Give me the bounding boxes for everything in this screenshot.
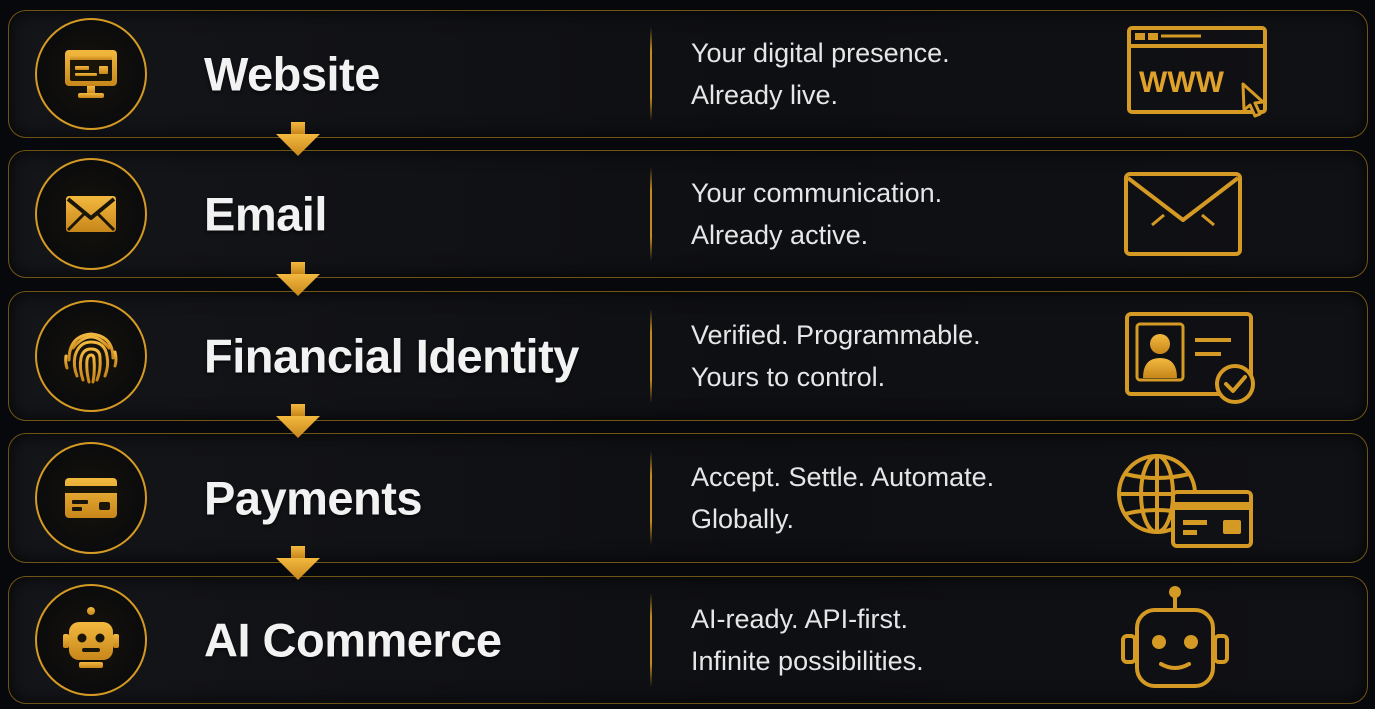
row-email: Email Your communication. Already active… (8, 150, 1368, 278)
divider (650, 593, 652, 687)
divider (650, 309, 652, 403)
divider (650, 451, 652, 545)
www-browser-icon: WWW (1121, 24, 1273, 120)
row-title: Website (204, 47, 380, 101)
www-label: WWW (1139, 66, 1225, 99)
description-line-2: Already active. (691, 220, 869, 250)
row-title: Email (204, 187, 327, 241)
row-description: AI-ready. API-first. Infinite possibilit… (691, 598, 924, 682)
website-circle (35, 18, 147, 130)
divider (650, 27, 652, 121)
email-circle (35, 158, 147, 270)
ai-commerce-circle (35, 584, 147, 696)
envelope-icon (66, 196, 116, 232)
arrow-down-icon (276, 404, 320, 438)
row-description: Your communication. Already active. (691, 172, 942, 256)
description-line-1: Accept. Settle. Automate. (691, 462, 995, 492)
payments-circle (35, 442, 147, 554)
row-description: Accept. Settle. Automate. Globally. (691, 456, 994, 540)
row-financial-identity: Financial Identity Verified. Programmabl… (8, 291, 1368, 421)
description-line-2: Globally. (691, 504, 795, 534)
description-line-1: Your communication. (691, 178, 943, 208)
robot-outline-icon (1117, 584, 1233, 692)
row-title: AI Commerce (204, 613, 502, 667)
description-line-1: AI-ready. API-first. (691, 604, 909, 634)
row-title: Payments (204, 471, 423, 525)
arrow-down-icon (276, 546, 320, 580)
row-description: Verified. Programmable. Yours to control… (691, 314, 981, 398)
flow-diagram: Website Your digital presence. Already l… (0, 0, 1375, 709)
description-line-1: Your digital presence. (691, 38, 950, 68)
row-ai-commerce: AI Commerce AI-ready. API-first. Infinit… (8, 576, 1368, 704)
monitor-icon (65, 50, 117, 98)
globe-card-icon (1111, 448, 1257, 552)
row-title: Financial Identity (204, 329, 579, 383)
description-line-2: Infinite possibilities. (691, 646, 924, 676)
id-card-check-icon (1117, 310, 1259, 406)
credit-card-icon (65, 478, 117, 518)
description-line-2: Yours to control. (691, 362, 886, 392)
row-description: Your digital presence. Already live. (691, 32, 950, 116)
divider (650, 167, 652, 261)
envelope-outline-icon (1122, 170, 1244, 258)
row-payments: Payments Accept. Settle. Automate. Globa… (8, 433, 1368, 563)
description-line-1: Verified. Programmable. (691, 320, 981, 350)
arrow-down-icon (276, 262, 320, 296)
fingerprint-icon (64, 332, 118, 384)
robot-icon (63, 607, 119, 668)
description-line-2: Already live. (691, 80, 839, 110)
financial-identity-circle (35, 300, 147, 412)
row-website: Website Your digital presence. Already l… (8, 10, 1368, 138)
arrow-down-icon (276, 122, 320, 156)
